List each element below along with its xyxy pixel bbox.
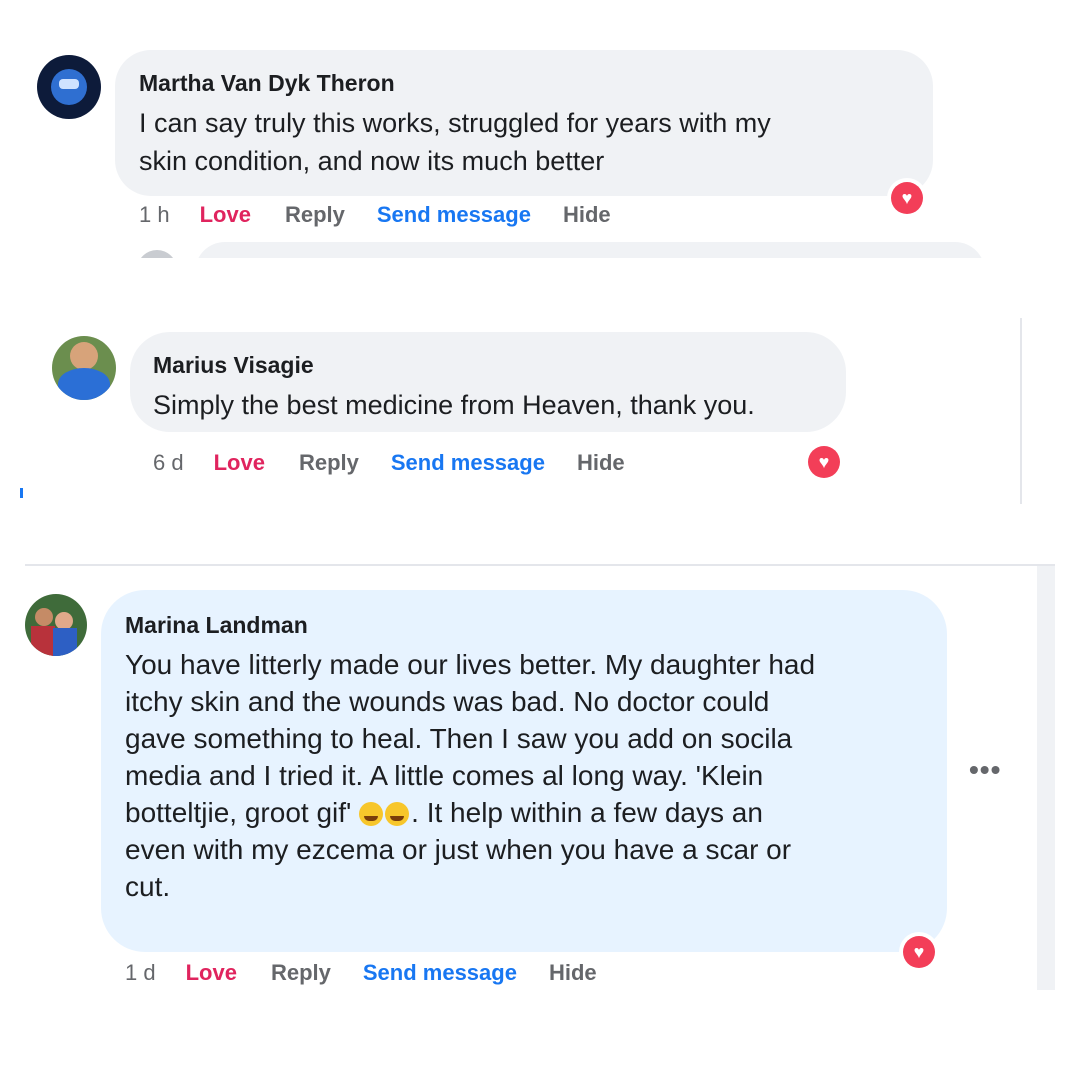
laughing-emoji-icon: [359, 802, 384, 826]
love-button[interactable]: Love: [214, 450, 265, 476]
comment-text: I can say truly this works, struggled fo…: [139, 108, 771, 176]
comment-timestamp[interactable]: 1 d: [125, 960, 156, 986]
send-message-button[interactable]: Send message: [363, 960, 517, 986]
hide-button[interactable]: Hide: [563, 202, 611, 228]
hide-button[interactable]: Hide: [549, 960, 597, 986]
more-options-icon[interactable]: •••: [969, 754, 1001, 786]
hide-button[interactable]: Hide: [577, 450, 625, 476]
love-button[interactable]: Love: [200, 202, 251, 228]
send-message-button[interactable]: Send message: [391, 450, 545, 476]
avatar[interactable]: [37, 55, 101, 119]
avatar[interactable]: [52, 336, 116, 400]
scrollbar-track[interactable]: [1037, 566, 1055, 990]
heart-icon[interactable]: ♥: [899, 932, 939, 972]
send-message-button[interactable]: Send message: [377, 202, 531, 228]
heart-icon[interactable]: ♥: [887, 178, 927, 218]
panel-left-marker: [20, 488, 23, 498]
comment-author[interactable]: Martha Van Dyk Theron: [139, 70, 395, 97]
reply-button[interactable]: Reply: [299, 450, 359, 476]
winking-emoji-icon: [385, 802, 410, 826]
comment-text: You have litterly made our lives better.…: [125, 649, 816, 902]
comment-timestamp[interactable]: 6 d: [153, 450, 184, 476]
cropped-reply-avatar: [137, 250, 177, 258]
reply-button[interactable]: Reply: [271, 960, 331, 986]
comment-author[interactable]: Marius Visagie: [153, 352, 314, 379]
comment-text: Simply the best medicine from Heaven, th…: [153, 390, 755, 420]
comment-panel-3: Marina Landman You have litterly made ou…: [25, 564, 1055, 990]
reply-button[interactable]: Reply: [285, 202, 345, 228]
love-button[interactable]: Love: [186, 960, 237, 986]
heart-icon[interactable]: ♥: [804, 442, 844, 482]
comment-actions: 1 h Love Reply Send message Hide: [139, 202, 611, 228]
comment-actions: 1 d Love Reply Send message Hide: [125, 960, 597, 986]
comment-panel-2: Marius Visagie Simply the best medicine …: [20, 318, 1022, 504]
comment-panel-1: Martha Van Dyk Theron I can say truly th…: [25, 40, 1035, 258]
avatar[interactable]: [25, 594, 87, 656]
comment-actions: 6 d Love Reply Send message Hide: [153, 450, 625, 476]
comment-author[interactable]: Marina Landman: [125, 612, 308, 639]
comment-timestamp[interactable]: 1 h: [139, 202, 170, 228]
cropped-reply-bubble: [195, 242, 985, 258]
